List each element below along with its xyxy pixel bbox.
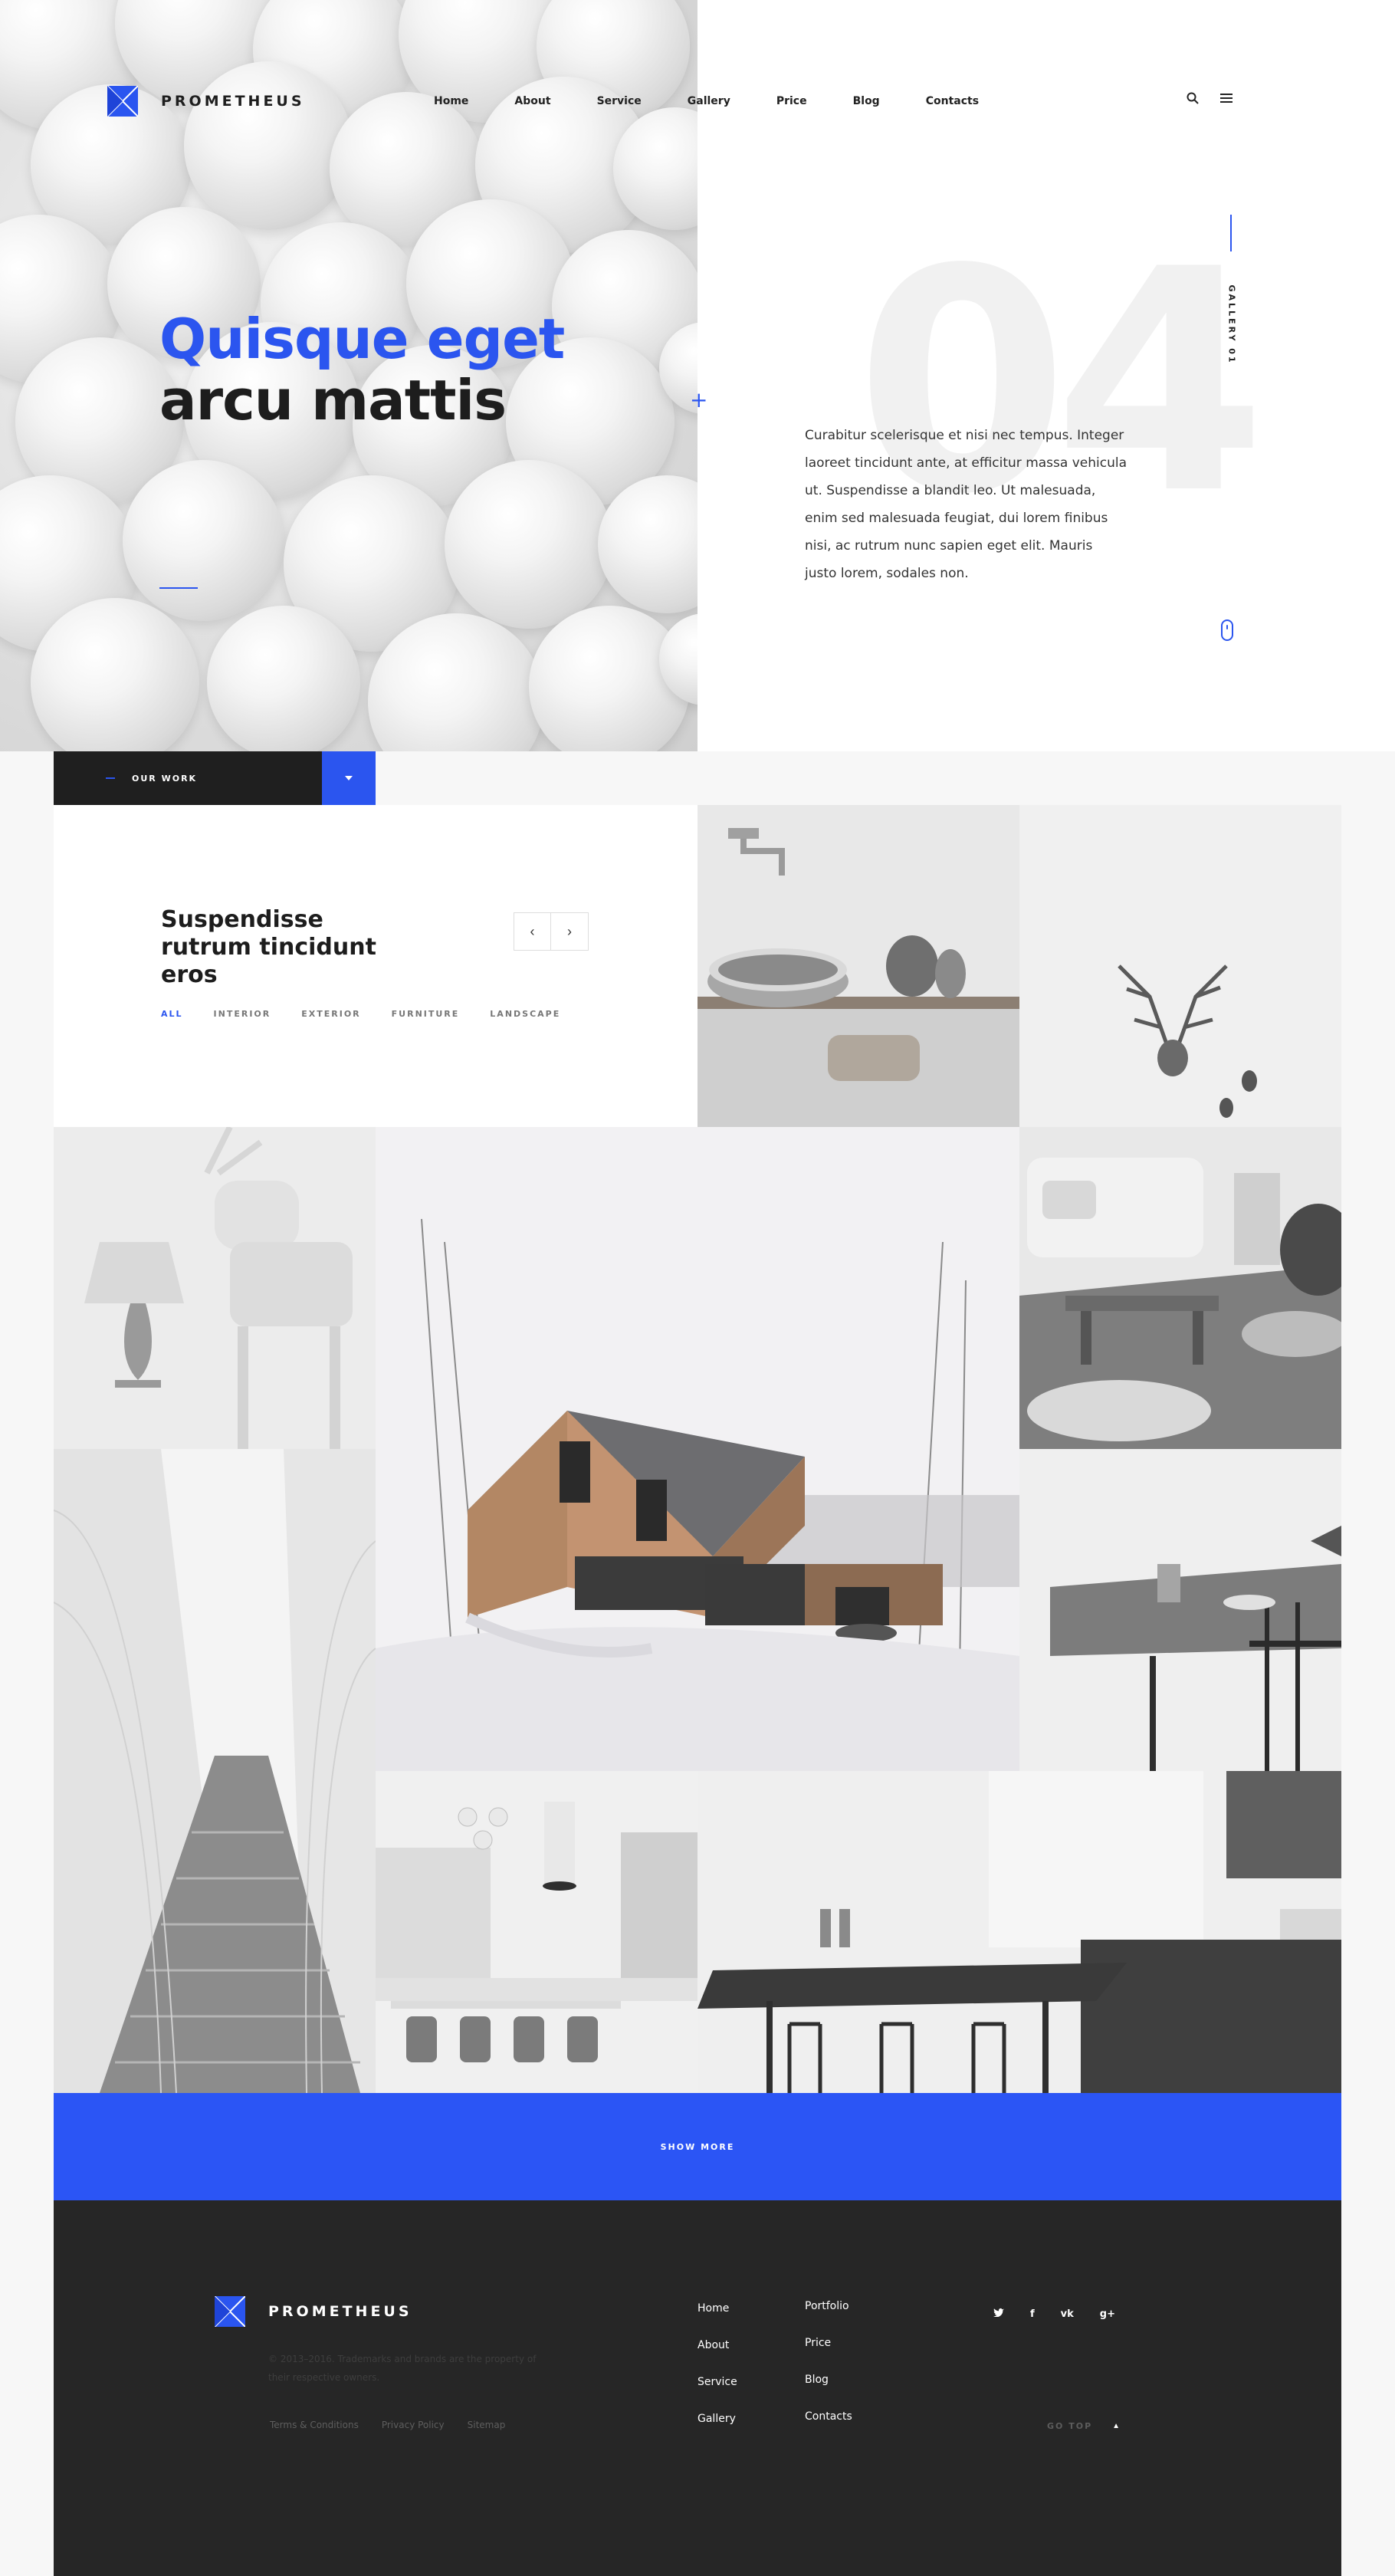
go-top-label: GO TOP [1047,2421,1093,2431]
slider-arrows: ‹ › [514,912,589,951]
hero-title-line1: Quisque eget [159,307,565,371]
portfolio-item-sink[interactable] [698,805,1019,1127]
facebook-icon[interactable]: f [1030,2308,1035,2320]
our-work-label: OUR WORK [132,773,198,784]
footer-copyright: © 2013–2016. Trademarks and brands are t… [268,2354,537,2383]
ball-shape [31,598,199,751]
scroll-mouse-icon[interactable] [1221,619,1233,641]
filter-exterior[interactable]: EXTERIOR [301,1009,360,1019]
gallery-label: GALLERY 01 [1226,284,1237,365]
hero-accent-dash [159,587,198,589]
logo[interactable]: PROMETHEUS [107,86,305,117]
footer-link-home[interactable]: Home [698,2302,737,2339]
header-icons [1187,92,1233,108]
nav-contacts[interactable]: Contacts [926,95,979,107]
ball-shape [445,460,613,629]
footer-link-service[interactable]: Service [698,2376,737,2413]
footer-logo-icon [215,2296,245,2327]
portfolio-grid: Suspendisse rutrum tincidunt eros ‹ › AL… [54,805,1341,2093]
go-top-button[interactable]: GO TOP ▲ [1047,2421,1120,2431]
footer-link-contacts[interactable]: Contacts [805,2410,852,2447]
dropdown-button[interactable] [322,751,376,805]
next-arrow-button[interactable]: › [551,913,588,950]
portfolio-filters: ALL INTERIOR EXTERIOR FURNITURE LANDSCAP… [161,1009,591,1019]
nav-gallery[interactable]: Gallery [688,95,730,107]
footer-legal-links: Terms & Conditions Privacy Policy Sitema… [270,2420,528,2430]
portfolio-item-antlers[interactable] [1019,805,1341,1127]
hero-title: Quisque eget arcu mattis [159,307,565,432]
footer-link-price[interactable]: Price [805,2337,852,2374]
menu-icon[interactable] [1220,93,1233,107]
portfolio-item-living-room[interactable] [1019,1127,1341,1449]
portfolio-item-table[interactable] [1019,1449,1341,1771]
search-icon[interactable] [1187,92,1199,108]
nav-home[interactable]: Home [434,95,468,107]
nav-service[interactable]: Service [597,95,642,107]
show-more-label: SHOW MORE [660,2141,735,2152]
footer-social: f vk g+ [993,2308,1115,2320]
filter-furniture[interactable]: FURNITURE [392,1009,460,1019]
footer: PROMETHEUS © 2013–2016. Trademarks and b… [54,2200,1341,2576]
logo-icon [107,86,138,117]
filter-landscape[interactable]: LANDSCAPE [490,1009,560,1019]
footer-link-about[interactable]: About [698,2339,737,2376]
portfolio-item-deer-lamp[interactable] [54,1127,376,1449]
sitemap-link[interactable]: Sitemap [468,2420,506,2430]
hero-description: Curabitur scelerisque et nisi nec tempus… [805,428,1127,581]
nav-price[interactable]: Price [776,95,807,107]
privacy-link[interactable]: Privacy Policy [382,2420,445,2430]
nav-about[interactable]: About [514,95,550,107]
logo-text: PROMETHEUS [161,93,305,110]
filter-all[interactable]: ALL [161,1009,183,1019]
footer-link-gallery[interactable]: Gallery [698,2413,737,2450]
show-more-button[interactable]: SHOW MORE [54,2093,1341,2200]
nav-blog[interactable]: Blog [853,95,880,107]
hero-title-line2: arcu mattis [159,368,507,432]
footer-link-portfolio[interactable]: Portfolio [805,2300,852,2337]
portfolio-item-winter-house[interactable] [376,1127,1019,1771]
portfolio-item-kitchen[interactable] [376,1771,698,2093]
footer-logo[interactable]: PROMETHEUS [215,2296,412,2327]
google-plus-icon[interactable]: g+ [1100,2308,1115,2320]
footer-nav-col2: Portfolio Price Blog Contacts [805,2300,852,2447]
portfolio-item-dining-kitchen[interactable] [698,1771,1341,2093]
ball-shape [123,460,284,621]
hero-section: PROMETHEUS Home About Service Gallery Pr… [0,0,1395,751]
filter-interior[interactable]: INTERIOR [214,1009,271,1019]
portfolio-title: Suspendisse rutrum tincidunt eros [161,906,376,988]
footer-link-blog[interactable]: Blog [805,2374,852,2410]
prev-arrow-button[interactable]: ‹ [514,913,551,950]
plus-icon[interactable]: + [690,389,707,411]
ball-shape [207,606,360,751]
vk-icon[interactable]: vk [1061,2308,1074,2320]
twitter-icon[interactable] [993,2308,1004,2320]
portfolio-item-staircase[interactable] [54,1449,376,2093]
gallery-indicator-line [1230,215,1232,251]
footer-nav-col1: Home About Service Gallery [698,2302,737,2450]
our-work-bar[interactable]: OUR WORK [54,751,376,805]
footer-logo-text: PROMETHEUS [268,2303,412,2320]
caret-down-icon [345,776,353,780]
portfolio-intro: Suspendisse rutrum tincidunt eros ‹ › AL… [54,805,698,1127]
arrow-up-icon: ▲ [1112,2422,1121,2430]
main-nav: Home About Service Gallery Price Blog Co… [434,95,1025,107]
terms-link[interactable]: Terms & Conditions [270,2420,359,2430]
dash-icon [106,777,115,779]
